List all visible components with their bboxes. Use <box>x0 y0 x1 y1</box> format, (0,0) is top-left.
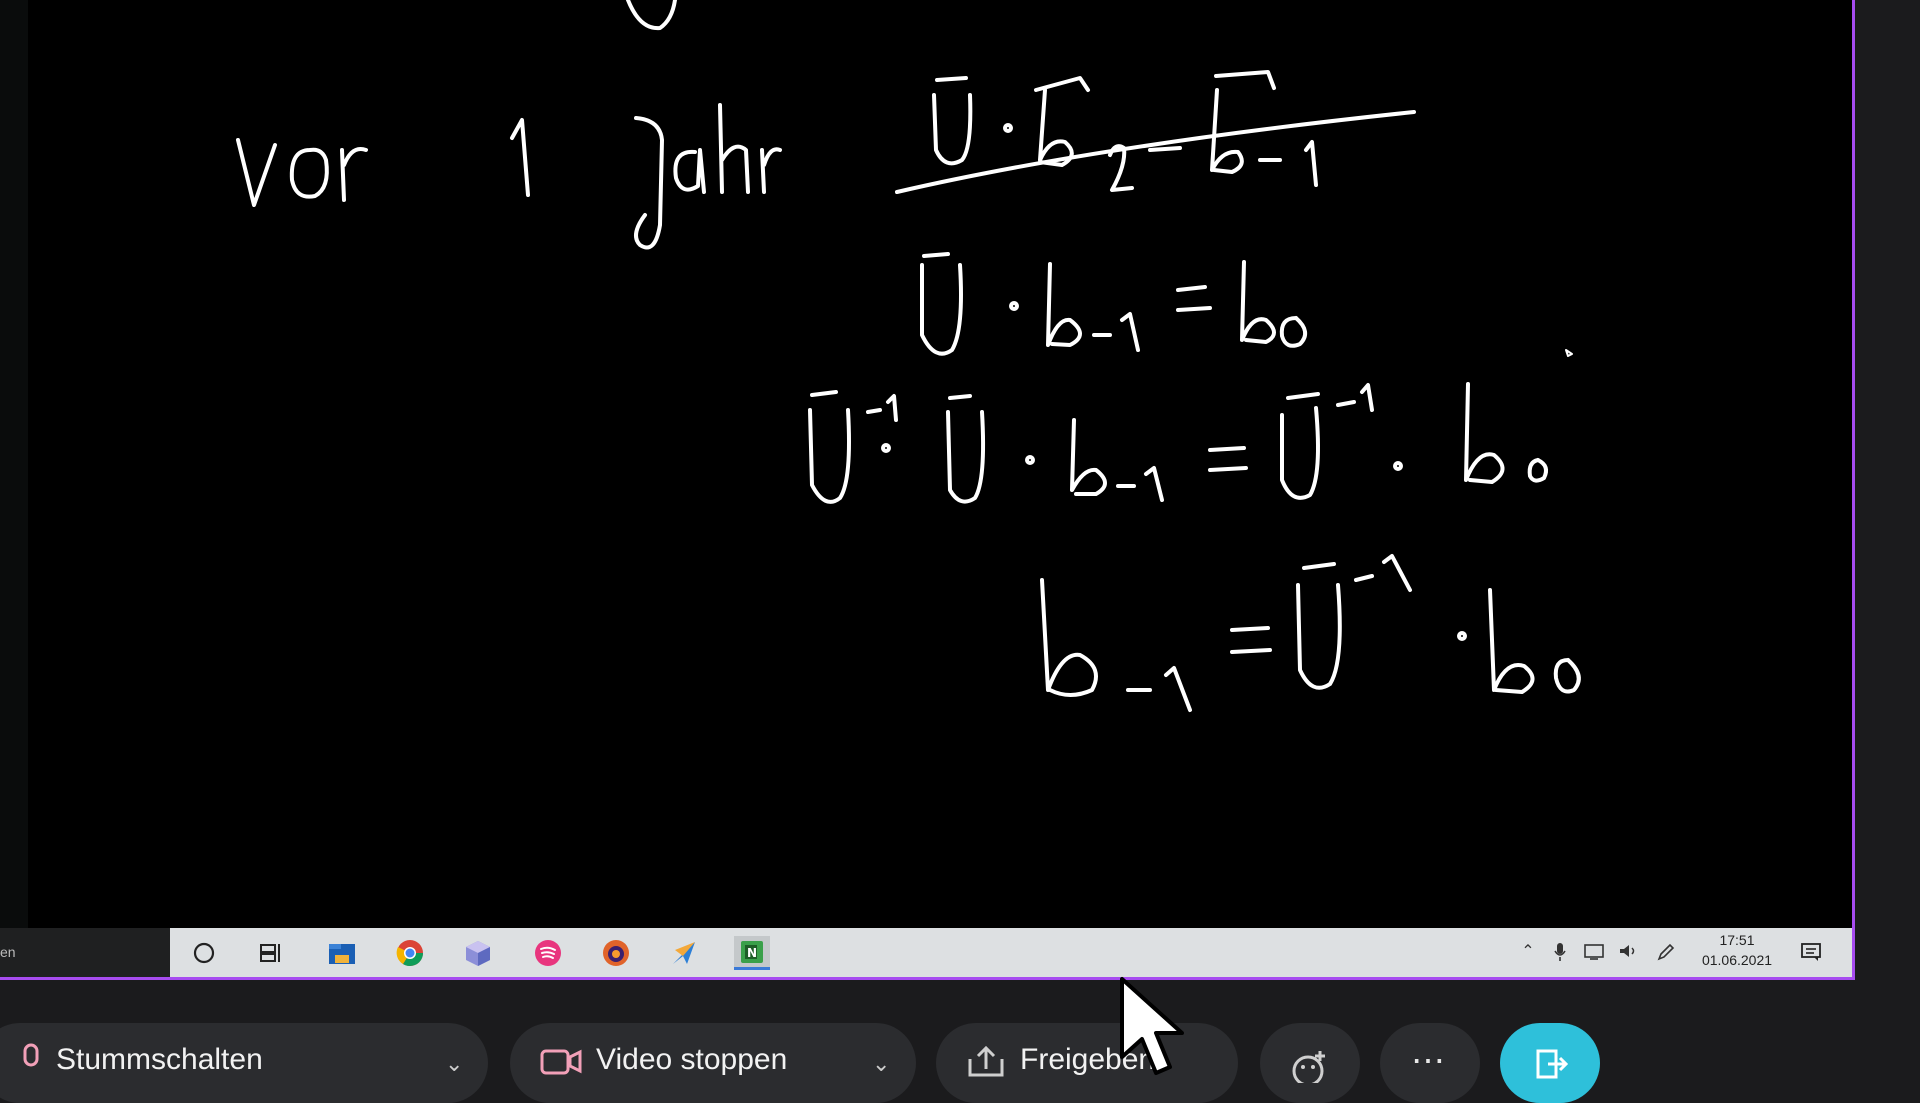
file-explorer-icon[interactable] <box>324 936 360 970</box>
video-label: Video stoppen <box>596 1043 788 1076</box>
ink-top-fragment <box>626 0 677 31</box>
chevron-down-icon[interactable]: ⌄ <box>445 1051 463 1077</box>
ink-strike-line <box>895 110 1416 194</box>
ink-equation-2 <box>920 252 1308 356</box>
onenote-icon[interactable]: N <box>734 936 770 970</box>
notification-center-icon[interactable] <box>1800 942 1821 962</box>
task-view-icon[interactable] <box>254 936 290 970</box>
mouse-cursor-icon <box>1120 977 1184 1075</box>
spotify-icon[interactable] <box>530 936 566 970</box>
cortana-icon[interactable] <box>186 936 222 970</box>
ink-crossed-equation <box>895 70 1416 194</box>
leave-icon <box>1536 1049 1568 1079</box>
ink-stray-dot <box>1565 349 1573 357</box>
microphone-icon <box>23 1043 39 1067</box>
arrow-app-icon[interactable] <box>666 936 702 970</box>
ink-word-vor <box>236 138 368 207</box>
ink-word-jahr <box>634 103 782 250</box>
more-horizontal-icon: ⋯ <box>1411 1042 1449 1080</box>
3d-box-icon[interactable] <box>460 936 496 970</box>
svg-text:N: N <box>747 946 757 960</box>
network-icon[interactable] <box>1584 942 1604 962</box>
reaction-emoji-icon <box>1292 1051 1325 1083</box>
microphone-icon[interactable] <box>1550 942 1570 962</box>
mute-button[interactable]: Stummschalten ⌄ <box>0 1023 488 1103</box>
ink-number-1 <box>510 118 530 197</box>
meeting-control-bar: Stummschalten ⌄ Video stoppen ⌄ Freigebe… <box>0 983 1920 1103</box>
windows-taskbar: en N ⌃ 17:51 01.06.2021 <box>0 928 1852 977</box>
chrome-icon[interactable] <box>392 936 428 970</box>
ink-equation-3 <box>808 382 1548 504</box>
shared-screen: en N ⌃ 17:51 01.06.2021 <box>0 0 1855 980</box>
stop-video-button[interactable]: Video stoppen ⌄ <box>510 1023 916 1103</box>
leave-meeting-button[interactable] <box>1500 1023 1600 1103</box>
pen-icon[interactable] <box>1656 942 1676 962</box>
clock-date[interactable]: 01.06.2021 <box>1692 952 1782 968</box>
taskbar-search-box[interactable]: en <box>0 928 170 977</box>
share-upload-icon <box>968 1045 1004 1077</box>
more-options-button[interactable]: ⋯ <box>1380 1023 1480 1103</box>
mute-label: Stummschalten <box>56 1043 263 1076</box>
chevron-down-icon[interactable]: ⌄ <box>872 1051 890 1077</box>
chevron-up-icon[interactable]: ⌃ <box>1518 942 1538 962</box>
clock-time[interactable]: 17:51 <box>1692 932 1782 948</box>
video-camera-icon <box>540 1049 582 1075</box>
volume-icon[interactable] <box>1618 942 1638 962</box>
firefox-icon[interactable] <box>598 936 634 970</box>
whiteboard-canvas <box>236 0 1581 712</box>
ink-equation-4 <box>1040 554 1581 712</box>
reactions-button[interactable] <box>1260 1023 1360 1103</box>
